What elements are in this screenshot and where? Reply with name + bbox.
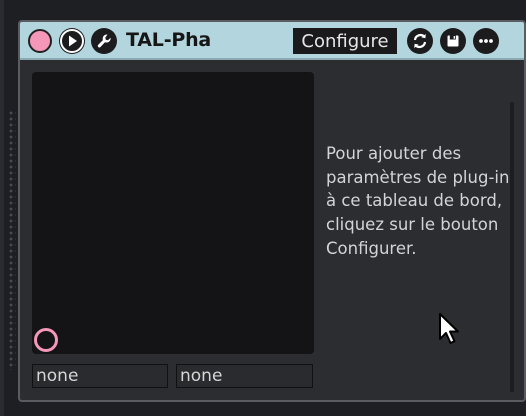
wrench-icon[interactable] bbox=[91, 28, 117, 54]
device-titlebar[interactable]: TAL-Pha Configure bbox=[20, 22, 524, 60]
configure-button[interactable]: Configure bbox=[293, 28, 397, 54]
save-icon[interactable] bbox=[440, 28, 466, 54]
more-icon[interactable] bbox=[473, 28, 499, 54]
y-parameter-field[interactable]: none bbox=[176, 364, 313, 388]
device-drag-grip[interactable] bbox=[8, 110, 16, 370]
workspace: TAL-Pha Configure none none Pour ajouter… bbox=[0, 0, 526, 416]
xy-pad[interactable] bbox=[32, 72, 314, 354]
x-parameter-field[interactable]: none bbox=[32, 364, 168, 388]
device-title: TAL-Pha bbox=[126, 29, 212, 51]
play-icon[interactable] bbox=[59, 28, 85, 54]
xy-pad-handle[interactable] bbox=[34, 328, 58, 352]
vertical-scrollbar[interactable] bbox=[510, 102, 514, 392]
mouse-cursor-icon bbox=[438, 312, 464, 352]
refresh-icon[interactable] bbox=[407, 28, 433, 54]
power-toggle-icon[interactable] bbox=[28, 29, 52, 53]
left-panel-edge bbox=[0, 0, 4, 416]
configure-hint-text: Pour ajouter des paramètres de plug-in à… bbox=[326, 144, 510, 258]
